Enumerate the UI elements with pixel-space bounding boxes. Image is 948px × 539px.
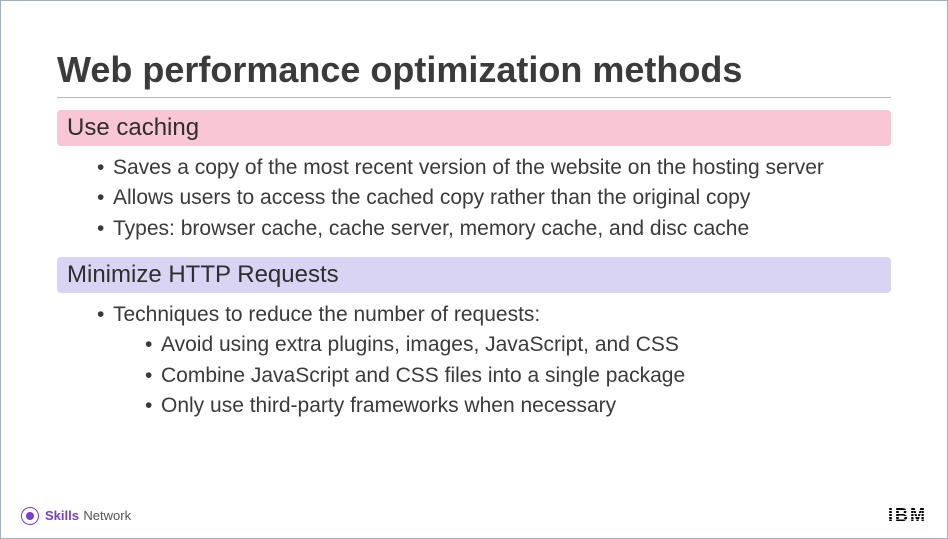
bullet-list-caching: Saves a copy of the most recent version … (57, 154, 891, 243)
list-item: Techniques to reduce the number of reque… (97, 301, 891, 329)
list-item: Avoid using extra plugins, images, JavaS… (145, 331, 891, 359)
list-item: Only use third-party frameworks when nec… (145, 392, 891, 420)
footer-network-text: Network (83, 508, 131, 523)
ibm-logo: IBM (888, 505, 927, 526)
list-item: Types: browser cache, cache server, memo… (97, 215, 891, 243)
slide-footer: Skills Network IBM (21, 505, 927, 526)
footer-skills-text: Skills (45, 508, 79, 523)
list-item: Allows users to access the cached copy r… (97, 184, 891, 212)
list-item: Combine JavaScript and CSS files into a … (145, 362, 891, 390)
bullet-list-http: Techniques to reduce the number of reque… (57, 301, 891, 420)
slide-content: Web performance optimization methods Use… (1, 1, 947, 420)
list-item: Saves a copy of the most recent version … (97, 154, 891, 182)
skills-network-logo: Skills Network (21, 507, 131, 525)
section-header-http: Minimize HTTP Requests (57, 257, 891, 293)
section-header-caching: Use caching (57, 110, 891, 146)
slide-title: Web performance optimization methods (57, 49, 891, 98)
skills-network-icon (21, 507, 39, 525)
sub-bullet-list: Avoid using extra plugins, images, JavaS… (97, 331, 891, 420)
